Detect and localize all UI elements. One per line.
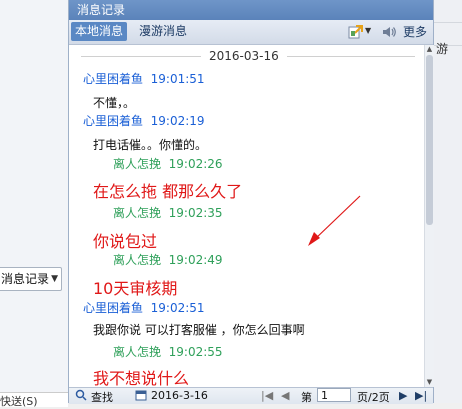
red-arrow-annotation	[308, 195, 361, 246]
